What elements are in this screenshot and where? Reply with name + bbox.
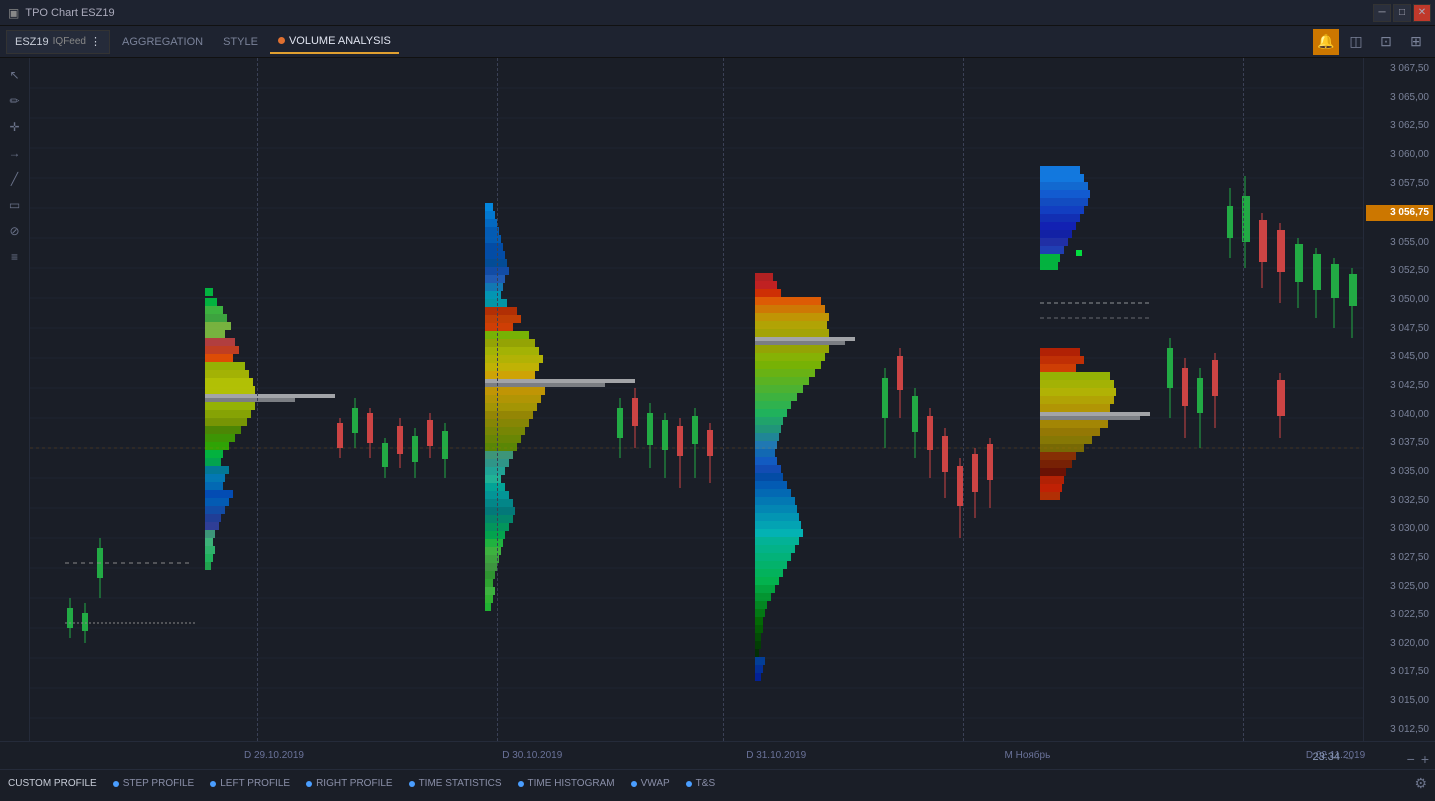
- toolbar-right: 🔔 ◫ ⊡ ⊞: [1313, 29, 1429, 55]
- price-3045: 3 045,00: [1366, 350, 1433, 364]
- time-label-2: D 30.10.2019: [502, 750, 562, 761]
- tag-tool[interactable]: ⊘: [4, 220, 26, 242]
- time-histogram-dot: [518, 781, 524, 787]
- active-tab-dot: [278, 37, 285, 44]
- vline-3: [723, 58, 724, 741]
- status-custom-profile[interactable]: CUSTOM PROFILE: [8, 778, 97, 789]
- price-3047: 3 047,50: [1366, 322, 1433, 336]
- cursor-tool[interactable]: ↖: [4, 64, 26, 86]
- time-display: 23:34 →: [1304, 745, 1363, 769]
- price-3055: 3 055,00: [1366, 236, 1433, 250]
- line-tool[interactable]: ╱: [4, 168, 26, 190]
- price-3035: 3 035,00: [1366, 465, 1433, 479]
- window-title: TPO Chart ESZ19: [25, 7, 114, 19]
- pencil-tool[interactable]: ✏: [4, 90, 26, 112]
- right-profile-dot: [306, 781, 312, 787]
- vline-4: [963, 58, 964, 741]
- vwap-dot: [631, 781, 637, 787]
- price-3042: 3 042,50: [1366, 379, 1433, 393]
- step-profile-dot: [113, 781, 119, 787]
- price-3052: 3 052,50: [1366, 264, 1433, 278]
- window-controls[interactable]: ─ □ ✕: [1373, 4, 1431, 22]
- price-3065: 3 065,00: [1366, 91, 1433, 105]
- status-right-profile[interactable]: RIGHT PROFILE: [306, 778, 393, 789]
- vline-1: [257, 58, 258, 741]
- time-statistics-dot: [409, 781, 415, 787]
- price-3067: 3 067,50: [1366, 62, 1433, 76]
- symbol-selector[interactable]: ESZ19 IQFeed ⋮: [6, 30, 110, 54]
- more-icon[interactable]: ⋮: [90, 35, 101, 48]
- panel-button[interactable]: ⊞: [1403, 29, 1429, 55]
- price-3037: 3 037,50: [1366, 436, 1433, 450]
- scroll-controls: − +: [1363, 749, 1435, 769]
- time-label-1: D 29.10.2019: [244, 750, 304, 761]
- price-3012: 3 012,50: [1366, 723, 1433, 737]
- price-3015: 3 015,00: [1366, 694, 1433, 708]
- price-3050: 3 050,00: [1366, 293, 1433, 307]
- tab-volume-analysis[interactable]: VOLUME ANALYSIS: [270, 30, 399, 54]
- status-left-profile[interactable]: LEFT PROFILE: [210, 778, 290, 789]
- left-toolbar: ↖ ✏ ✛ → ╱ ▭ ⊘ ≡: [0, 58, 30, 741]
- clock-icon: →: [1344, 751, 1355, 763]
- vline-2: [497, 58, 498, 741]
- title-bar: ▣ TPO Chart ESZ19 ─ □ ✕: [0, 0, 1435, 26]
- price-3062: 3 062,50: [1366, 119, 1433, 133]
- scroll-left-button[interactable]: −: [1405, 749, 1417, 769]
- time-value: 23:34: [1312, 751, 1340, 763]
- close-button[interactable]: ✕: [1413, 4, 1431, 22]
- ts-dot: [686, 781, 692, 787]
- crosshair-tool[interactable]: ✛: [4, 116, 26, 138]
- tab-aggregation[interactable]: AGGREGATION: [114, 30, 211, 54]
- time-label-3: D 31.10.2019: [746, 750, 806, 761]
- status-vwap[interactable]: VWAP: [631, 778, 670, 789]
- time-axis: D 29.10.2019 D 30.10.2019 D 31.10.2019 M…: [0, 741, 1435, 769]
- compare-button[interactable]: ⊡: [1373, 29, 1399, 55]
- chart-area[interactable]: [30, 58, 1363, 741]
- app-icon: ▣: [8, 6, 19, 20]
- price-3060: 3 060,00: [1366, 148, 1433, 162]
- tab-style[interactable]: STYLE: [215, 30, 266, 54]
- main-area: ↖ ✏ ✛ → ╱ ▭ ⊘ ≡: [0, 58, 1435, 741]
- price-3057: 3 057,50: [1366, 177, 1433, 191]
- notification-button[interactable]: 🔔: [1313, 29, 1339, 55]
- minimize-button[interactable]: ─: [1373, 4, 1391, 22]
- chart-svg: [30, 58, 1363, 741]
- current-price-label: 3 056,75: [1366, 205, 1433, 221]
- vline-5: [1243, 58, 1244, 741]
- arrow-tool[interactable]: →: [4, 142, 26, 164]
- price-axis: 3 067,50 3 065,00 3 062,50 3 060,00 3 05…: [1363, 58, 1435, 741]
- price-3025: 3 025,00: [1366, 580, 1433, 594]
- symbol-name: ESZ19: [15, 36, 49, 48]
- left-profile-dot: [210, 781, 216, 787]
- list-tool[interactable]: ≡: [4, 246, 26, 268]
- status-time-statistics[interactable]: TIME STATISTICS: [409, 778, 502, 789]
- price-3017: 3 017,50: [1366, 665, 1433, 679]
- status-step-profile[interactable]: STEP PROFILE: [113, 778, 195, 789]
- time-label-4: M Ноябрь: [1005, 750, 1051, 761]
- maximize-button[interactable]: □: [1393, 4, 1411, 22]
- price-3022: 3 022,50: [1366, 608, 1433, 622]
- status-time-histogram[interactable]: TIME HISTOGRAM: [518, 778, 615, 789]
- rect-tool[interactable]: ▭: [4, 194, 26, 216]
- settings-gear-button[interactable]: ⚙: [1414, 775, 1427, 792]
- price-3030: 3 030,00: [1366, 522, 1433, 536]
- layout-button[interactable]: ◫: [1343, 29, 1369, 55]
- price-3027: 3 027,50: [1366, 551, 1433, 565]
- price-3020: 3 020,00: [1366, 637, 1433, 651]
- price-3032: 3 032,50: [1366, 494, 1433, 508]
- feed-name: IQFeed: [53, 36, 86, 47]
- scroll-right-button[interactable]: +: [1419, 749, 1431, 769]
- toolbar: ESZ19 IQFeed ⋮ AGGREGATION STYLE VOLUME …: [0, 26, 1435, 58]
- status-bar: CUSTOM PROFILE STEP PROFILE LEFT PROFILE…: [0, 769, 1435, 797]
- price-3040: 3 040,00: [1366, 408, 1433, 422]
- status-ts[interactable]: T&S: [686, 778, 715, 789]
